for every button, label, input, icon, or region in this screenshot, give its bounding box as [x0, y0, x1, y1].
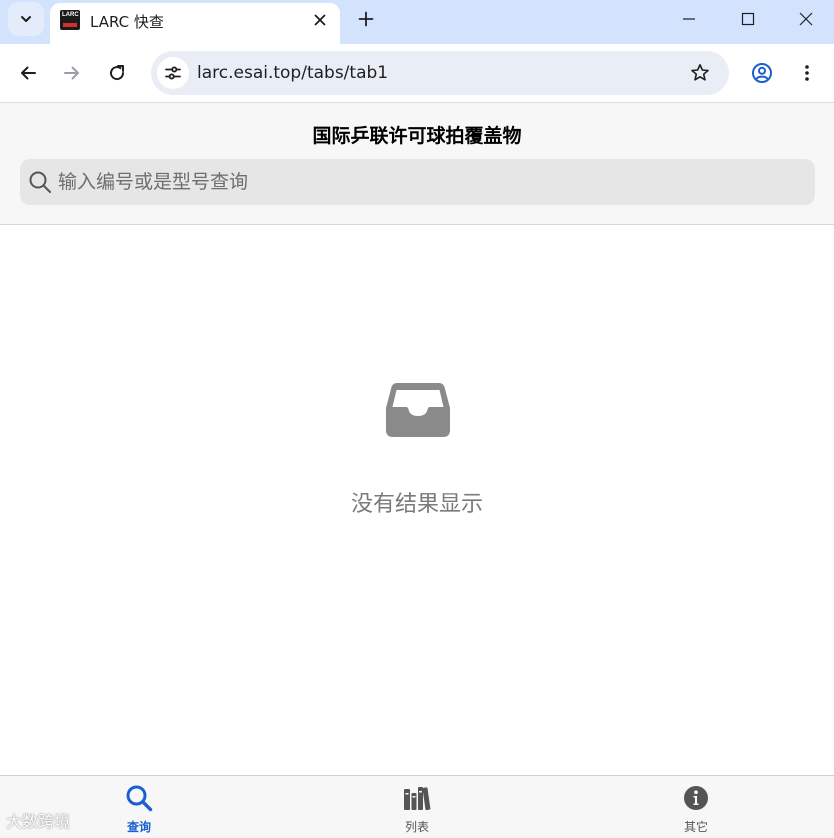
info-icon — [684, 786, 708, 810]
empty-state-message: 没有结果显示 — [350, 492, 483, 517]
tab-search[interactable]: 查询 — [79, 776, 199, 838]
reload-icon — [110, 65, 125, 81]
maximize-button[interactable] — [733, 5, 763, 33]
bookmark-button[interactable] — [688, 61, 712, 85]
minimize-button[interactable] — [674, 5, 704, 33]
close-icon — [799, 12, 813, 26]
chevron-down-icon — [21, 16, 31, 22]
tune-icon — [165, 66, 181, 80]
close-icon — [314, 14, 326, 26]
books-icon — [404, 787, 431, 811]
larc-favicon-icon: LARC — [60, 10, 80, 30]
tab-label: 查询 — [126, 820, 151, 834]
profile-button[interactable] — [748, 59, 776, 87]
account-icon — [752, 63, 772, 83]
site-info-button[interactable] — [157, 57, 189, 89]
forward-button[interactable] — [58, 59, 86, 87]
bottom-tab-bar: 查询 列表 其它 — [0, 775, 834, 838]
maximize-icon — [741, 12, 755, 26]
tab-label: 其它 — [683, 820, 708, 834]
star-icon — [691, 64, 709, 81]
browser-tab-active[interactable]: LARC LARC 快查 — [50, 3, 340, 44]
browser-tab-strip: LARC LARC 快查 — [0, 0, 834, 44]
tab-list[interactable]: 列表 — [357, 776, 477, 838]
tab-search-button[interactable] — [8, 2, 44, 36]
file-tray-icon — [386, 383, 450, 437]
app-header: 国际乒联许可球拍覆盖物 — [0, 102, 834, 225]
back-button[interactable] — [14, 59, 42, 87]
minimize-icon — [683, 18, 695, 20]
search-input[interactable] — [58, 159, 798, 205]
new-tab-button[interactable] — [354, 7, 378, 31]
arrow-right-icon — [64, 66, 79, 80]
browser-toolbar: larc.esai.top/tabs/tab1 — [0, 44, 834, 102]
page-title: 国际乒联许可球拍覆盖物 — [312, 125, 522, 147]
reload-button[interactable] — [103, 59, 131, 87]
watermark-text: 大数跨境 — [6, 812, 71, 831]
arrow-left-icon — [21, 66, 36, 80]
searchbar[interactable] — [20, 159, 815, 205]
tab-label: 列表 — [404, 820, 429, 834]
plus-icon — [358, 11, 374, 27]
address-bar[interactable]: larc.esai.top/tabs/tab1 — [151, 51, 729, 95]
url-text[interactable]: larc.esai.top/tabs/tab1 — [197, 63, 388, 83]
tab-title: LARC 快查 — [90, 13, 164, 31]
search-icon — [126, 785, 153, 812]
browser-menu-button[interactable] — [793, 59, 821, 87]
more-vert-icon — [805, 65, 809, 81]
window-close-button[interactable] — [791, 5, 821, 33]
tab-close-button[interactable] — [309, 9, 331, 31]
search-icon — [29, 171, 51, 193]
tab-other[interactable]: 其它 — [636, 776, 756, 838]
